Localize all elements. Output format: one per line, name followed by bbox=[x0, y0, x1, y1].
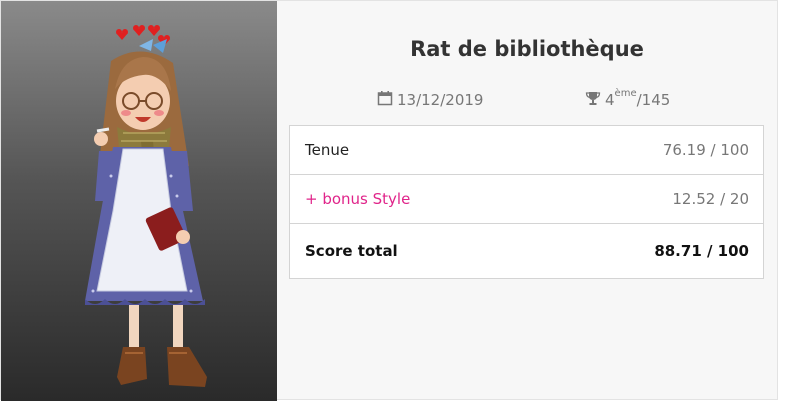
score-label: + bonus Style bbox=[305, 190, 411, 208]
score-row-total: Score total 88.71 / 100 bbox=[290, 224, 763, 278]
score-value: 88.71 / 100 bbox=[654, 242, 749, 260]
score-value: 12.52 / 20 bbox=[672, 190, 749, 208]
score-row-tenue: Tenue 76.19 / 100 bbox=[290, 126, 763, 175]
trophy-icon bbox=[585, 90, 601, 110]
rank-suffix: ème bbox=[614, 88, 637, 99]
rank-total: /145 bbox=[636, 91, 671, 109]
date-text: 13/12/2019 bbox=[397, 91, 484, 109]
outfit-rank: 4ème/145 bbox=[585, 88, 671, 110]
score-table: Tenue 76.19 / 100 + bonus Style 12.52 / … bbox=[289, 125, 764, 279]
outfit-card: Rat de bibliothèque 13/12/2019 4ème/145 … bbox=[0, 0, 778, 401]
outfit-title: Rat de bibliothèque bbox=[410, 37, 644, 61]
score-value: 76.19 / 100 bbox=[662, 141, 749, 159]
rank-position: 4 bbox=[605, 91, 615, 109]
score-label: Tenue bbox=[305, 141, 350, 159]
avatar-illustration bbox=[85, 25, 207, 387]
avatar-panel bbox=[1, 1, 277, 401]
outfit-date: 13/12/2019 bbox=[377, 90, 483, 110]
calendar-icon bbox=[377, 90, 393, 110]
outfit-info: Rat de bibliothèque 13/12/2019 4ème/145 … bbox=[277, 1, 777, 399]
score-label: Score total bbox=[305, 242, 398, 260]
score-row-bonus-style: + bonus Style 12.52 / 20 bbox=[290, 175, 763, 224]
